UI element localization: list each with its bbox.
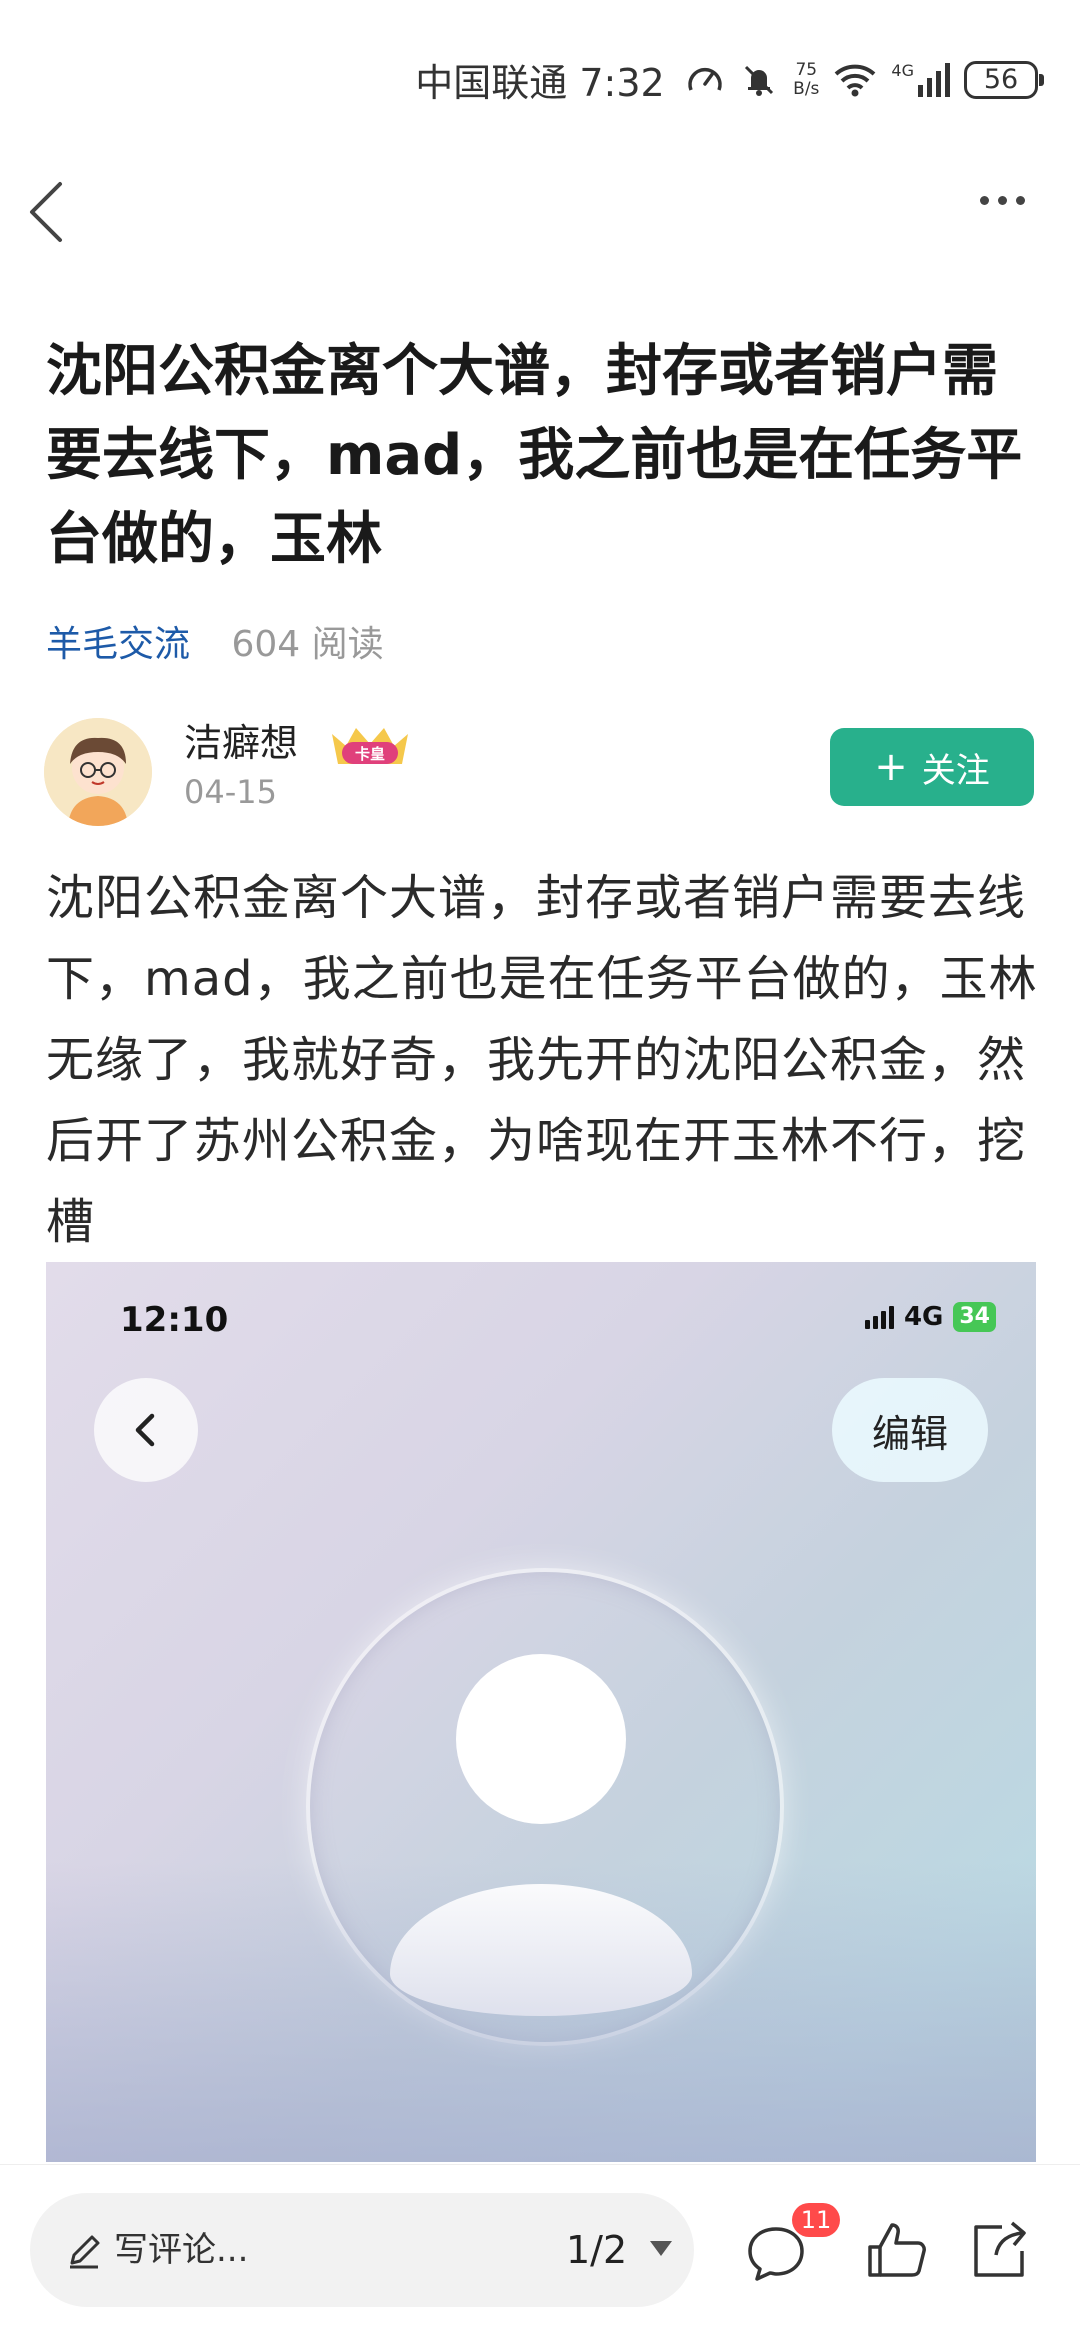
vip-badge-label: 卡皇: [355, 745, 385, 763]
post-meta: 羊毛交流 604 阅读: [46, 620, 384, 670]
more-icon: [980, 196, 989, 205]
comment-count-badge: 11: [792, 2203, 840, 2237]
status-bar: 中国联通 7:32 75 B/s 4G 56: [0, 0, 1080, 160]
post-title: 沈阳公积金离个大谱，封存或者销户需要去线下，mad，我之前也是在任务平台做的，玉…: [46, 339, 1023, 572]
network-type: 4G: [891, 61, 914, 80]
comment-placeholder: 写评论...: [114, 2230, 249, 2270]
pen-icon: [70, 2235, 100, 2269]
follow-label: 关注: [921, 750, 990, 791]
image-signal-icon: [864, 1305, 894, 1329]
more-icon-dot: [1016, 196, 1025, 205]
post-body: 沈阳公积金离个大谱，封存或者销户需要去线下，mad，我之前也是在任务平台做的，玉…: [46, 870, 1038, 1250]
back-button[interactable]: [18, 172, 78, 252]
like-icon[interactable]: [864, 2217, 930, 2283]
author-name[interactable]: 洁癖想: [184, 718, 298, 768]
image-battery: 34: [953, 1302, 996, 1332]
signal-bars-icon: [918, 63, 950, 97]
image-back-button: [94, 1378, 198, 1482]
more-icon-dot: [998, 196, 1007, 205]
cellular-signal: 4G: [891, 63, 950, 97]
post-image[interactable]: 12:10 4G 34 编辑: [46, 1262, 1036, 2162]
net-speed-unit: B/s: [793, 79, 820, 99]
wifi-icon: [835, 64, 876, 97]
net-speed: 75 B/s: [793, 61, 819, 99]
avatar[interactable]: [44, 718, 152, 826]
mute-bell-icon: [745, 65, 774, 96]
net-speed-value: 75: [795, 60, 818, 80]
more-button[interactable]: [980, 196, 1040, 205]
follow-button[interactable]: + 关注: [830, 728, 1034, 806]
plus-icon: +: [874, 744, 908, 790]
read-count: 604 阅读: [231, 624, 384, 665]
category-link[interactable]: 羊毛交流: [46, 624, 190, 665]
dropdown-caret-icon[interactable]: [650, 2241, 672, 2256]
image-edit-button: 编辑: [832, 1378, 988, 1482]
comment-input[interactable]: 写评论... 1/2: [30, 2193, 694, 2307]
image-status-time: 12:10: [120, 1300, 229, 1340]
default-avatar-icon: [306, 1568, 784, 2046]
status-icons: 75 B/s 4G 56: [685, 56, 1044, 104]
image-back-icon: [135, 1413, 155, 1447]
image-network-type: 4G: [903, 1302, 944, 1332]
page-indicator[interactable]: 1/2: [566, 2223, 627, 2277]
bottom-action-bar: 写评论... 1/2 11: [0, 2164, 1080, 2341]
speedometer-icon: [688, 67, 722, 91]
vip-crown-icon: 卡皇: [332, 728, 408, 764]
image-status-icons: 4G 34: [864, 1302, 996, 1332]
avatar-illustration: [44, 718, 152, 826]
post-date: 04-15: [184, 773, 277, 811]
back-icon: [30, 182, 62, 242]
share-icon[interactable]: [966, 2217, 1032, 2283]
battery-indicator: 56: [964, 61, 1044, 99]
